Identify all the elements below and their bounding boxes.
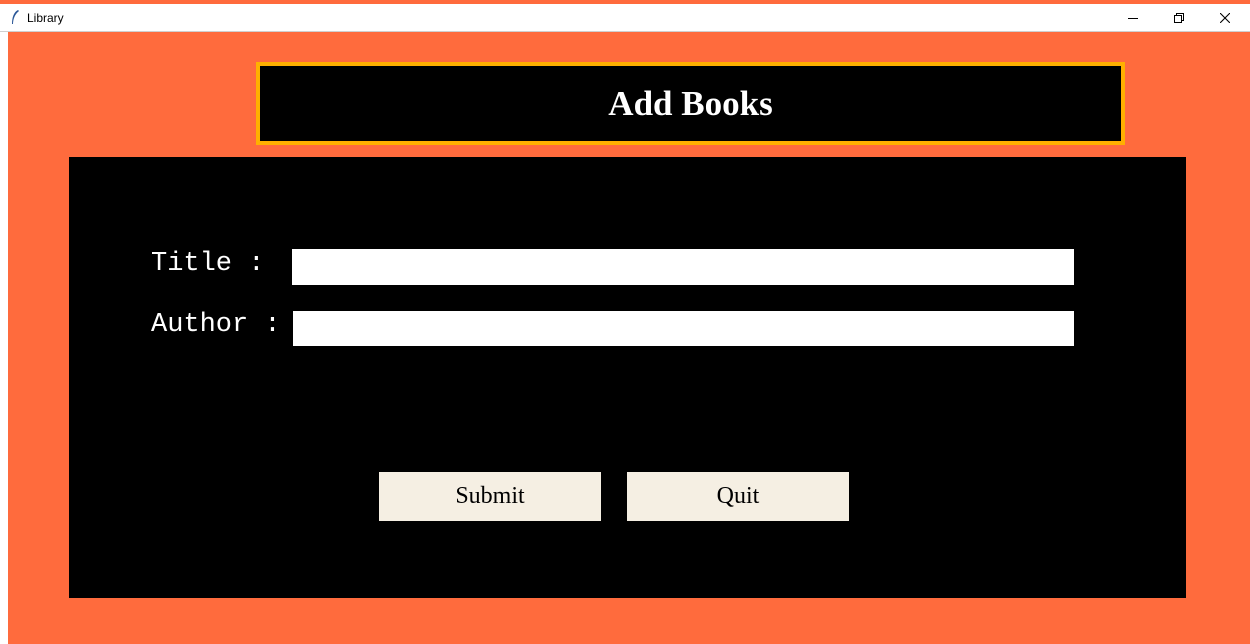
author-label: Author : — [151, 310, 281, 340]
page-title: Add Books — [608, 83, 773, 123]
restore-button[interactable] — [1156, 4, 1202, 31]
close-icon — [1220, 12, 1230, 23]
quit-button[interactable]: Quit — [627, 472, 849, 521]
title-bar[interactable]: Library — [0, 4, 1250, 32]
minimize-button[interactable] — [1110, 4, 1156, 31]
window-left-border — [0, 32, 8, 644]
heading-frame: Add Books — [256, 62, 1125, 145]
title-input[interactable] — [292, 249, 1074, 285]
author-input[interactable] — [293, 311, 1074, 346]
submit-button[interactable]: Submit — [379, 472, 601, 521]
close-button[interactable] — [1202, 4, 1248, 31]
feather-icon — [10, 9, 20, 26]
form-panel: Title : Author : Submit Quit — [69, 157, 1186, 598]
title-label: Title : — [151, 249, 265, 279]
minimize-icon — [1128, 13, 1138, 23]
restore-icon — [1174, 12, 1184, 23]
window-title: Library — [27, 11, 64, 25]
